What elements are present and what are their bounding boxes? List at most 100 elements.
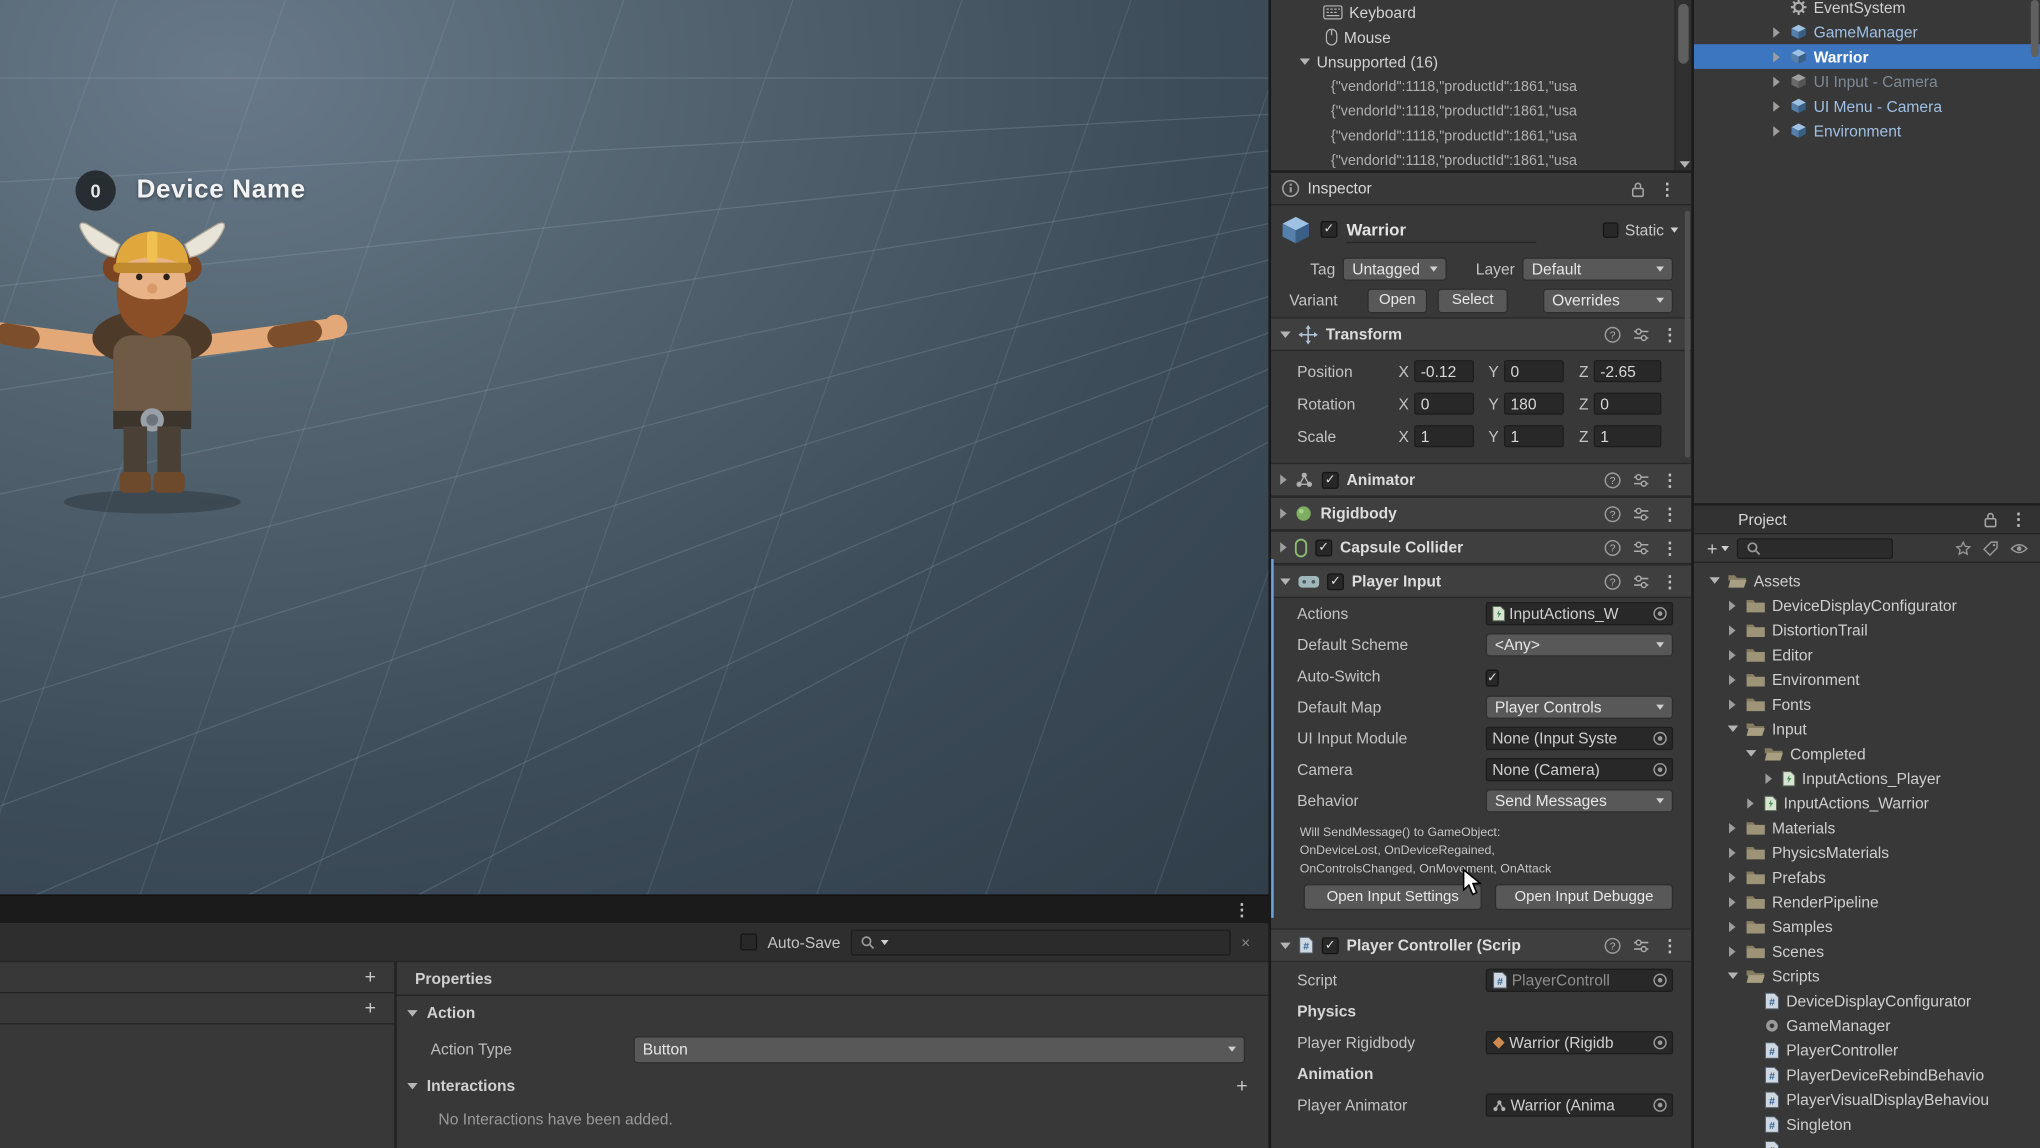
foldout-closed-icon[interactable] (1729, 847, 1736, 858)
scene-view[interactable]: 0 Device Name (0, 0, 1269, 895)
foldout-closed-icon[interactable] (1729, 945, 1736, 957)
project-tree-item-scenes[interactable]: Scenes (1694, 939, 2040, 964)
preset-icon[interactable] (1633, 327, 1650, 341)
foldout-closed-icon[interactable] (1729, 698, 1736, 710)
hierarchy-item-ui-menu-camera[interactable]: UI Menu - Camera (1694, 94, 2040, 119)
interactions-foldout[interactable]: Interactions + (397, 1069, 1269, 1103)
hierarchy-item-eventsystem[interactable]: EventSystem (1694, 0, 2040, 20)
project-tree-item-singleton[interactable]: # Singleton (1694, 1112, 2040, 1137)
foldout-closed-icon[interactable] (1729, 871, 1736, 883)
add-interaction-button[interactable]: + (1236, 1076, 1247, 1096)
preset-icon[interactable] (1633, 574, 1650, 588)
vector-y-field[interactable]: 0 (1503, 360, 1564, 383)
project-tree-item-completed[interactable]: Completed (1694, 741, 2040, 766)
foldout-open-icon[interactable] (1280, 577, 1291, 585)
dropdown[interactable]: Send Messages (1485, 789, 1674, 813)
foldout-closed-icon[interactable] (1729, 649, 1736, 660)
object-field[interactable]: None (Input Syste (1485, 726, 1674, 751)
add-button[interactable]: + (365, 998, 376, 1018)
foldout-open-icon[interactable] (1727, 725, 1738, 732)
scrollbar-down-arrow-icon[interactable] (1679, 161, 1690, 168)
foldout-closed-icon[interactable] (1729, 674, 1736, 685)
player-controller-component-header[interactable]: # Player Controller (Scrip ? ⋮ (1271, 928, 1692, 963)
foldout-closed-icon[interactable] (1280, 508, 1287, 519)
help-icon[interactable]: ? (1604, 937, 1621, 954)
gameobject-name-field[interactable]: Warrior (1346, 216, 1537, 243)
help-icon[interactable]: ? (1604, 539, 1621, 556)
project-tree-item-environment[interactable]: Environment (1694, 667, 2040, 692)
player-input-button[interactable]: Open Input Debugge (1494, 884, 1674, 911)
vector-x-field[interactable]: 0 (1414, 392, 1475, 415)
object-picker-icon[interactable] (1652, 606, 1668, 622)
hierarchy-item-gamemanager[interactable]: GameManager (1694, 20, 2040, 45)
vector-x-field[interactable]: -0.12 (1414, 360, 1475, 383)
project-tree-item-renderpipeline[interactable]: RenderPipeline (1694, 889, 2040, 914)
action-foldout[interactable]: Action (397, 996, 1269, 1030)
foldout-closed-icon[interactable] (1280, 542, 1287, 553)
project-tree-item-devicedisplayconfigurator[interactable]: # DeviceDisplayConfigurator (1694, 988, 2040, 1013)
foldout-open-icon[interactable] (1727, 972, 1738, 979)
transform-component-header[interactable]: Transform ? ⋮ (1271, 317, 1692, 352)
project-tree-item-input[interactable]: Input (1694, 716, 2040, 741)
component-header-rigidbody[interactable]: Rigidbody? ⋮ (1271, 496, 1692, 531)
project-tree-item-assets[interactable]: Assets (1694, 568, 2040, 593)
device-list-item[interactable]: Mouse (1271, 25, 1673, 50)
lock-icon[interactable] (1630, 180, 1646, 197)
component-menu-icon[interactable]: ⋮ (1661, 505, 1678, 522)
gameobject-enabled-checkbox[interactable] (1320, 221, 1338, 238)
project-tree-item-devicedisplayconfigurator[interactable]: DeviceDisplayConfigurator (1694, 593, 2040, 618)
project-tree-item-playerdevicerebindbehavio[interactable]: # PlayerDeviceRebindBehavio (1694, 1062, 2040, 1087)
vector-y-field[interactable]: 1 (1503, 425, 1564, 448)
project-tree-item-prefabs[interactable]: Prefabs (1694, 865, 2040, 890)
foldout-open-icon[interactable] (1280, 330, 1291, 338)
component-menu-icon[interactable]: ⋮ (1661, 937, 1678, 954)
project-search-input[interactable] (1767, 538, 1885, 558)
foldout-open-icon[interactable] (1280, 941, 1291, 949)
foldout-open-icon[interactable] (1745, 750, 1756, 757)
project-tree-item-inputactions-player[interactable]: InputActions_Player (1694, 766, 2040, 791)
project-tree-item-materials[interactable]: Materials (1694, 815, 2040, 840)
component-header-capsule-collider[interactable]: Capsule Collider?⋮ (1271, 530, 1692, 565)
foldout-closed-icon[interactable] (1765, 772, 1772, 784)
hierarchy-scrollbar-thumb[interactable] (2030, 0, 2039, 58)
hierarchy-item-ui-input-camera[interactable]: UI Input - Camera (1694, 69, 2040, 94)
overrides-dropdown[interactable]: Overrides (1542, 287, 1674, 313)
player-input-button[interactable]: Open Input Settings (1303, 884, 1482, 911)
project-tree-item-playercontroller[interactable]: # PlayerController (1694, 1037, 2040, 1062)
preset-icon[interactable] (1633, 540, 1650, 554)
help-icon[interactable]: ? (1604, 471, 1621, 488)
foldout-closed-icon[interactable] (1729, 624, 1736, 636)
device-list-item[interactable]: {"vendorId":1118,"productId":1861,"usa (1271, 99, 1673, 124)
lock-icon[interactable] (1983, 511, 1999, 528)
script-object-field[interactable]: # PlayerControll (1485, 968, 1674, 992)
vector-z-field[interactable]: -2.65 (1593, 360, 1662, 383)
auto-save-checkbox[interactable] (740, 933, 758, 951)
vector-z-field[interactable]: 1 (1593, 425, 1662, 448)
component-enabled-checkbox[interactable] (1321, 471, 1339, 489)
device-list-item[interactable]: Unsupported (16) (1271, 49, 1673, 74)
static-group[interactable]: Static (1602, 220, 1679, 239)
search-filter-arrow-icon[interactable] (880, 939, 889, 945)
object-picker-icon[interactable] (1652, 1035, 1668, 1051)
vector-z-field[interactable]: 0 (1593, 392, 1662, 415)
device-list-item[interactable]: {"vendorId":1118,"productId":1861,"usa (1271, 74, 1673, 99)
project-menu-icon[interactable]: ⋮ (2010, 511, 2027, 528)
static-dropdown-arrow-icon[interactable] (1670, 226, 1679, 233)
inspector-menu-icon[interactable]: ⋮ (1659, 180, 1676, 197)
static-checkbox[interactable] (1602, 221, 1619, 238)
object-field[interactable]: InputActions_W (1485, 601, 1674, 626)
hidden-packages-eye-icon[interactable] (2010, 541, 2028, 554)
vector-x-field[interactable]: 1 (1414, 425, 1475, 448)
player-input-component-header[interactable]: Player Input ? ⋮ (1271, 564, 1692, 599)
project-tree-item-gamemanager[interactable]: GameManager (1694, 1013, 2040, 1038)
expand-arrow-icon[interactable] (1773, 76, 1780, 87)
project-tree-item-distortiontrail[interactable]: DistortionTrail (1694, 618, 2040, 643)
project-search-field[interactable] (1737, 537, 1894, 559)
expand-arrow-icon[interactable] (1773, 100, 1780, 112)
scrollbar[interactable] (1674, 0, 1692, 171)
foldout-open-icon[interactable] (1299, 58, 1311, 66)
search-clear-icon[interactable]: × (1241, 933, 1250, 951)
project-tab[interactable]: Project (1738, 510, 1787, 528)
hierarchy-item-warrior[interactable]: Warrior (1693, 44, 2040, 69)
vector-y-field[interactable]: 180 (1503, 392, 1564, 415)
